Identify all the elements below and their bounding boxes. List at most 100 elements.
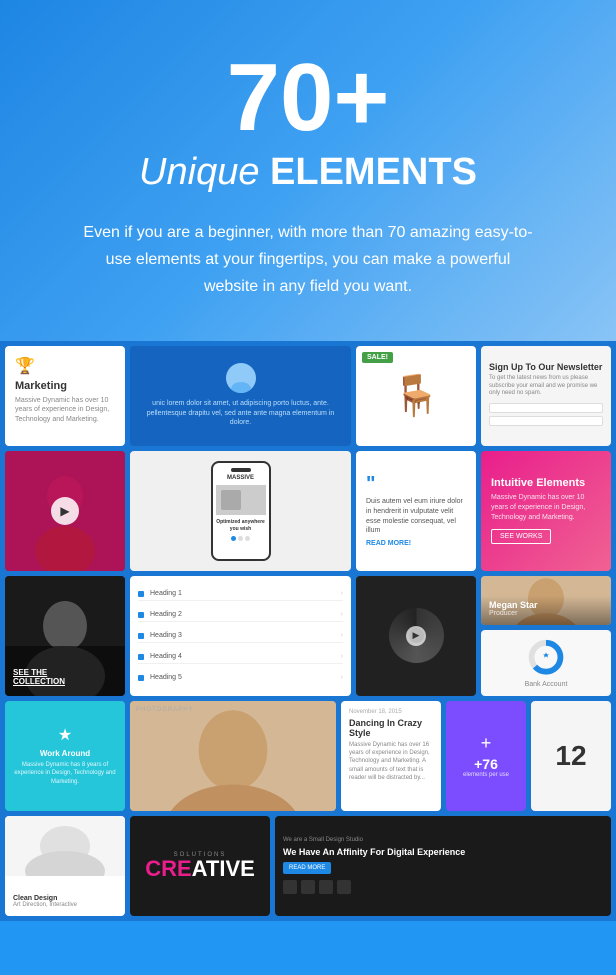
marketing-tile: 🏆 Marketing Massive Dynamic has over 10 …	[5, 346, 125, 446]
mosaic-section: 🏆 Marketing Massive Dynamic has over 10 …	[0, 341, 616, 921]
hero-subtitle-bold: ELEMENTS	[270, 151, 477, 193]
digital-tile: We are a Small Design Studio We Have An …	[275, 816, 611, 916]
clean-tile: Clean Design Art Direction, Interactive	[5, 816, 125, 916]
newsletter-text: To get the latest news from us please su…	[489, 375, 603, 398]
heading-dot-3	[138, 633, 144, 639]
chair-icon: 🪑	[391, 372, 441, 419]
photography-label: Photography	[136, 707, 194, 713]
heading-arrow-3: ›	[341, 632, 343, 639]
creative-text: CREATIVE	[145, 858, 255, 880]
blue-card-text: unic lorem dolor sit amet, ut adipiscing…	[140, 399, 341, 428]
quote-link[interactable]: READ MORE!	[366, 540, 466, 547]
creative-cre: CRE	[145, 856, 191, 881]
heading-arrow-4: ›	[341, 653, 343, 660]
heading-text-3: Heading 3	[150, 632, 341, 639]
plus-text: elements per use	[463, 772, 509, 778]
heading-item-5: Heading 5 ›	[138, 671, 343, 684]
heading-dot-5	[138, 675, 144, 681]
dark-woman-tile: SEE THECOLLECTION	[5, 576, 125, 696]
donut-chart	[526, 638, 566, 677]
phone-tile: MASSIVE Optimized anywhere you wish	[130, 451, 351, 571]
megan-tile: Megan Star Producer	[481, 576, 611, 626]
trophy-icon: 🏆	[15, 356, 115, 376]
newsletter-name-input[interactable]	[489, 403, 603, 413]
hero-description: Even if you are a beginner, with more th…	[78, 219, 538, 301]
article-date: November 18, 2015	[349, 709, 433, 715]
heading-dot-4	[138, 654, 144, 660]
donut-tile: Bank Account	[481, 630, 611, 696]
creative-tile: SOLUTIONS CREATIVE	[130, 816, 270, 916]
quote-mark: "	[366, 474, 466, 494]
heading-text-4: Heading 4	[150, 653, 341, 660]
intuitive-tile: Intuitive Elements Massive Dynamic has o…	[481, 451, 611, 571]
heading-item-2: Heading 2 ›	[138, 608, 343, 622]
digital-title: We Have An Affinity For Digital Experien…	[283, 847, 603, 859]
marketing-text: Massive Dynamic has over 10 years of exp…	[15, 396, 115, 425]
newsletter-email-input[interactable]	[489, 416, 603, 426]
d-icon-1	[283, 880, 297, 894]
blue-text-card: unic lorem dolor sit amet, ut adipiscing…	[130, 346, 351, 446]
digital-top: We are a Small Design Studio	[283, 837, 603, 843]
video-person-tile: ▶	[5, 451, 125, 571]
portrait-info: Megan Star Producer	[489, 600, 538, 617]
music-play[interactable]: ▶	[406, 626, 426, 646]
hero-subtitle-italic: Unique	[139, 151, 259, 193]
creative-ative: ATIVE	[192, 856, 255, 881]
heading-text-1: Heading 1	[150, 590, 341, 597]
phone-brand: MASSIVE	[227, 475, 254, 483]
headings-tile: Heading 1 › Heading 2 › Heading 3 › Head…	[130, 576, 351, 696]
heading-item-4: Heading 4 ›	[138, 650, 343, 664]
phone-optimized: Optimized anywhere you wish	[216, 519, 266, 532]
intuitive-title: Intuitive Elements	[491, 477, 601, 489]
marketing-title: Marketing	[15, 380, 115, 392]
work-title: Work Around	[40, 749, 90, 758]
product-card: SALE! 🪑	[356, 346, 476, 446]
play-button[interactable]: ▶	[51, 497, 79, 525]
heading-text-5: Heading 5	[150, 674, 341, 681]
heading-arrow-1: ›	[341, 590, 343, 597]
plus-number: +76	[474, 756, 498, 772]
clean-tag: Clean Design	[13, 895, 77, 902]
megan-role: Producer	[489, 610, 538, 617]
sale-badge: SALE!	[362, 352, 393, 363]
digital-button[interactable]: READ MORE	[283, 862, 331, 874]
work-text: Massive Dynamic has 8 years of experienc…	[13, 761, 117, 786]
clean-subtitle: Art Direction, Interactive	[13, 902, 77, 908]
music-tile: ▶	[356, 576, 476, 696]
d-icon-3	[319, 880, 333, 894]
quote-text: Duis autem vel eum iriure dolor in hendr…	[366, 497, 466, 536]
see-collection-link[interactable]: SEE THECOLLECTION	[13, 668, 65, 686]
intuitive-text: Massive Dynamic has over 10 years of exp…	[491, 493, 601, 522]
article-text: Massive Dynamic has over 16 years of exp…	[349, 741, 433, 783]
avatar	[226, 363, 256, 393]
hero-number: 70+	[60, 50, 556, 146]
phone-mockup: MASSIVE Optimized anywhere you wish	[211, 461, 271, 561]
photo-portrait-tile: Photography	[130, 701, 336, 811]
dancing-tile: November 18, 2015 Dancing In Crazy Style…	[341, 701, 441, 811]
heading-arrow-2: ›	[341, 611, 343, 618]
number12-tile: 12	[531, 701, 611, 811]
heading-text-2: Heading 2	[150, 611, 341, 618]
big-number: 12	[555, 740, 586, 772]
hero-section: 70+ Unique ELEMENTS Even if you are a be…	[0, 0, 616, 341]
hero-subtitle: Unique ELEMENTS	[60, 151, 556, 194]
d-icon-4	[337, 880, 351, 894]
heading-item-3: Heading 3 ›	[138, 629, 343, 643]
plus76-tile: + +76 elements per use	[446, 701, 526, 811]
digital-icons	[283, 880, 603, 894]
megan-name: Megan Star	[489, 600, 538, 610]
d-icon-2	[301, 880, 315, 894]
heading-dot-2	[138, 612, 144, 618]
see-works-button[interactable]: SEE WORKS	[491, 529, 551, 544]
newsletter-card: Sign Up To Our Newsletter To get the lat…	[481, 346, 611, 446]
bank-label: Bank Account	[525, 681, 568, 688]
heading-item-1: Heading 1 ›	[138, 587, 343, 601]
quote-tile: " Duis autem vel eum iriure dolor in hen…	[356, 451, 476, 571]
work-icon: ★	[58, 725, 72, 745]
megan-section: Megan Star Producer Bank Account	[481, 576, 611, 696]
plus-icon: +	[481, 733, 492, 754]
newsletter-title: Sign Up To Our Newsletter	[489, 362, 603, 372]
heading-arrow-5: ›	[341, 674, 343, 681]
work-tile: ★ Work Around Massive Dynamic has 8 year…	[5, 701, 125, 811]
article-title: Dancing In Crazy Style	[349, 718, 433, 738]
